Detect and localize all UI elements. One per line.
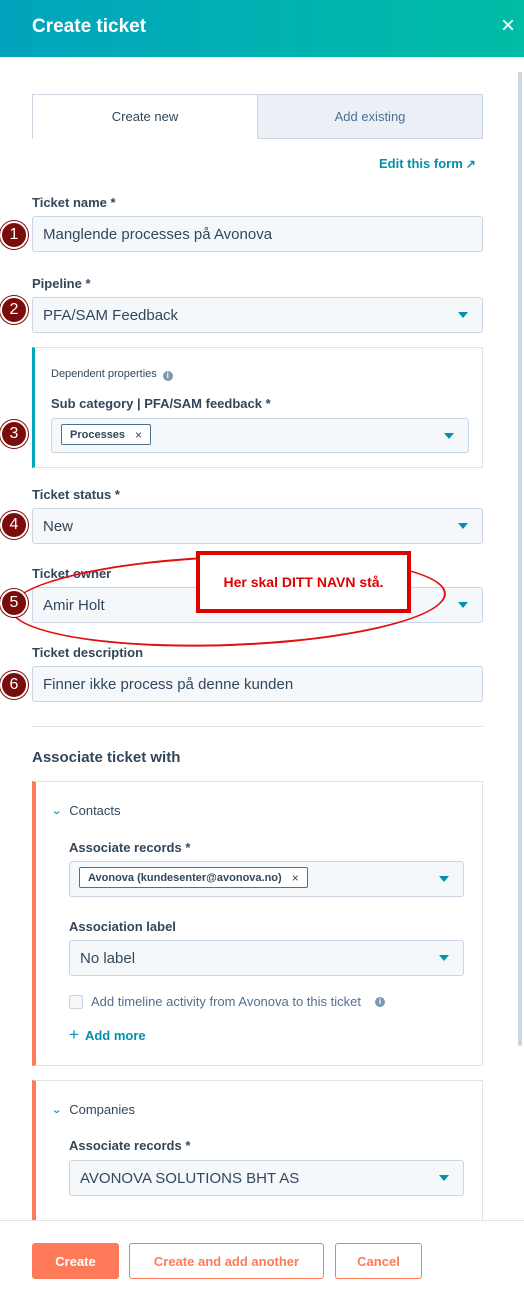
external-link-icon: ↗ [465,157,476,171]
caret-down-icon [439,876,449,882]
chevron-down-icon: ⌄ [50,805,63,817]
companies-record-value: AVONOVA SOLUTIONS BHT AS [80,1169,300,1187]
ticket-description-input[interactable]: Finner ikke process på denne kunden [32,666,483,702]
ticket-description-label: Ticket description [32,645,144,660]
modal-header: Create ticket × [0,0,524,57]
edit-form-link[interactable]: Edit this form ↗ [379,156,476,171]
annotation-badge-4: 4 [0,511,28,539]
ticket-name-label: Ticket name * [32,195,116,210]
companies-toggle[interactable]: ⌄ Companies [50,1102,135,1117]
modal-footer: Create Create and add another Cancel [0,1220,524,1296]
caret-down-icon [439,955,449,961]
info-icon[interactable]: i [375,996,385,1007]
edit-form-label: Edit this form [379,156,463,171]
contacts-records-select[interactable]: Avonova (kundesenter@avonova.no) × [69,861,464,897]
tab-create-new[interactable]: Create new [32,94,258,139]
annotation-badge-5: 5 [0,589,28,617]
annotation-badge-6: 6 [0,671,28,699]
timeline-activity-checkbox[interactable] [69,994,83,1009]
sub-category-label: Sub category | PFA/SAM feedback * [51,396,271,411]
ticket-status-value: New [43,517,74,535]
ticket-name-value: Manglende processes på Avonova [43,225,273,243]
association-label-label: Association label [69,919,176,934]
companies-heading: Companies [69,1102,135,1117]
scrollbar[interactable] [518,72,522,1046]
modal-title: Create ticket [32,16,147,37]
timeline-activity-row: Add timeline activity from Avonova to th… [69,994,385,1009]
create-and-add-another-button[interactable]: Create and add another [129,1243,324,1279]
processes-tag: Processes × [61,424,152,445]
pipeline-value: PFA/SAM Feedback [43,306,179,324]
add-more-label: Add more [84,1027,146,1043]
remove-tag-icon[interactable]: × [292,871,299,885]
pipeline-label: Pipeline * [32,276,91,291]
annotation-badge-3: 3 [0,420,28,448]
annotation-badge-2: 2 [0,296,28,324]
caret-down-icon [458,312,468,318]
associate-title: Associate ticket with [32,749,181,766]
pipeline-select[interactable]: PFA/SAM Feedback [32,297,483,333]
info-icon[interactable]: i [162,371,173,381]
annotation-callout: Her skal DITT NAVN stå. [196,551,411,613]
sub-category-select[interactable]: Processes × [51,418,469,453]
contacts-records-label: Associate records * [69,840,191,855]
ticket-description-value: Finner ikke process på denne kunden [43,675,294,693]
remove-tag-icon[interactable]: × [135,428,142,442]
contact-record-label: Avonova (kundesenter@avonova.no) [88,871,282,884]
dependent-properties-box: Dependent properties i Sub category | PFA… [32,347,483,468]
contacts-toggle[interactable]: ⌄ Contacts [50,803,121,818]
contact-record-tag: Avonova (kundesenter@avonova.no) × [79,867,308,888]
association-label-select[interactable]: No label [69,940,464,976]
contacts-heading: Contacts [69,803,121,818]
dependent-properties-title: Dependent properties i [51,368,173,381]
ticket-name-input[interactable]: Manglende processes på Avonova [32,216,483,252]
annotation-badge-1: 1 [0,221,28,249]
companies-records-select[interactable]: AVONOVA SOLUTIONS BHT AS [69,1160,464,1196]
create-button[interactable]: Create [32,1243,119,1279]
companies-association-box: ⌄ Companies Associate records * AVONOVA … [32,1080,483,1230]
add-more-button[interactable]: + Add more [69,1025,146,1045]
tag-label: Processes [70,428,126,441]
cancel-button[interactable]: Cancel [335,1243,422,1279]
plus-icon: + [69,1025,79,1044]
tab-bar: Create new Add existing [32,94,483,139]
companies-records-label: Associate records * [69,1138,191,1153]
contacts-association-box: ⌄ Contacts Associate records * Avonova (… [32,781,483,1066]
tab-add-existing[interactable]: Add existing [258,94,483,139]
association-label-value: No label [80,949,136,967]
ticket-status-select[interactable]: New [32,508,483,544]
section-divider [32,726,483,727]
caret-down-icon [458,602,468,608]
caret-down-icon [439,1175,449,1181]
caret-down-icon [444,433,454,439]
dependent-properties-label: Dependent properties [51,368,157,380]
caret-down-icon [458,523,468,529]
close-icon[interactable]: × [497,14,519,38]
timeline-activity-label: Add timeline activity from Avonova to th… [91,994,361,1009]
chevron-down-icon: ⌄ [50,1104,63,1116]
ticket-status-label: Ticket status * [32,487,120,502]
